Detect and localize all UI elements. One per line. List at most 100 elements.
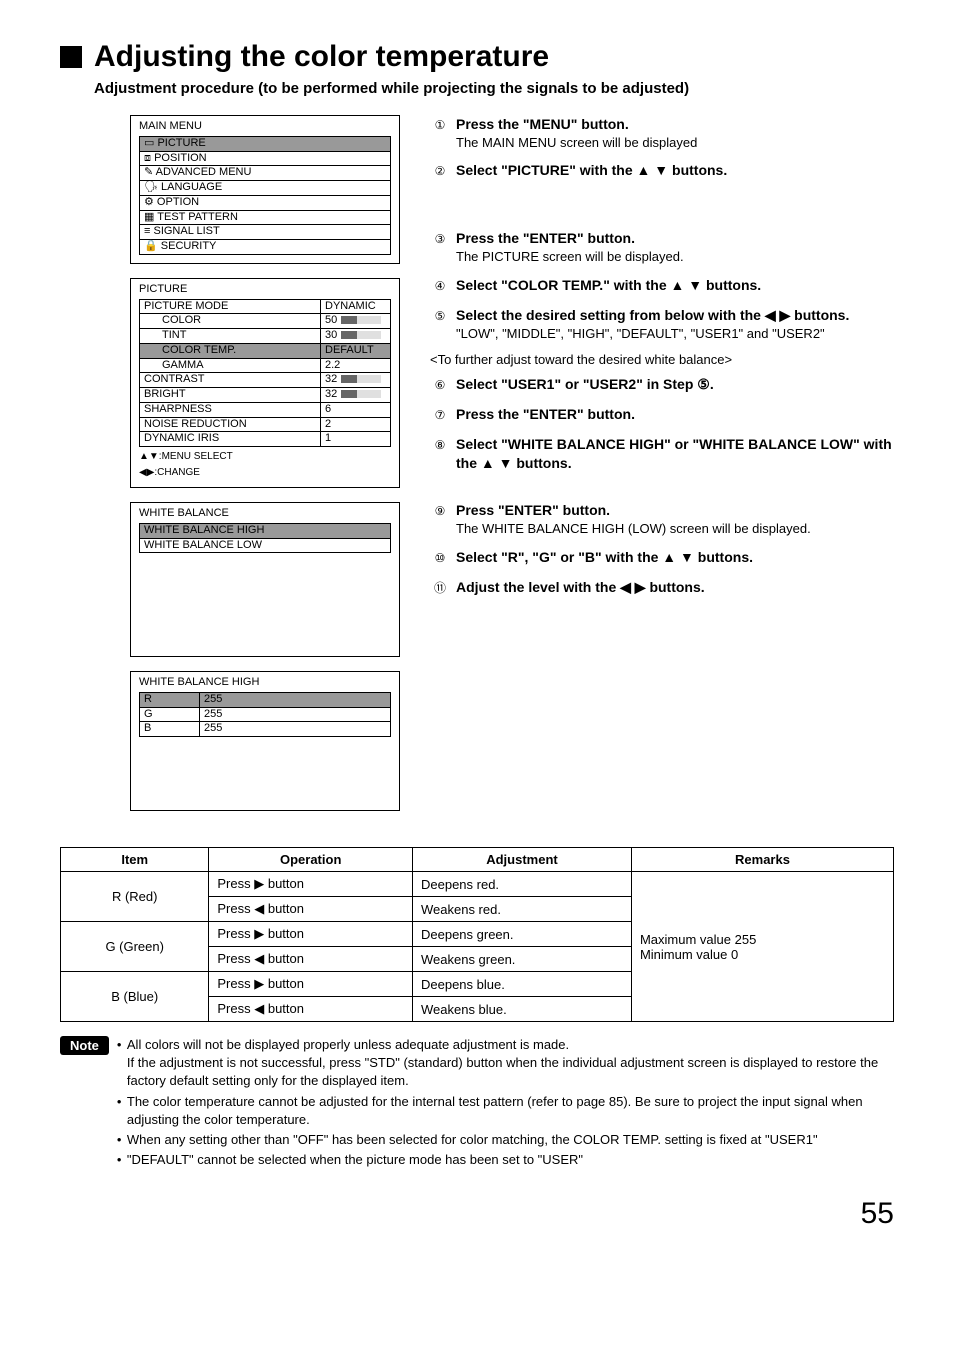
osd-hint-change: ◀▶:CHANGE <box>139 466 391 479</box>
step-number-11: ⑪ <box>430 578 450 598</box>
step-1-sub: The MAIN MENU screen will be displayed <box>456 134 894 152</box>
menu-label: TEST PATTERN <box>157 211 238 223</box>
mid-note: <To further adjust toward the desired wh… <box>430 352 894 367</box>
wbhigh-value: 255 <box>200 722 391 737</box>
osd-white-balance-high: WHITE BALANCE HIGH R255G255B255 <box>130 671 400 811</box>
note-item: •"DEFAULT" cannot be selected when the p… <box>117 1151 894 1169</box>
adj-remarks: Maximum value 255Minimum value 0 <box>631 872 893 1022</box>
main-menu-item: ▦ TEST PATTERN <box>140 210 391 225</box>
step-7-title: Press the "ENTER" button. <box>456 405 894 424</box>
adj-op: Press ▶ button <box>209 872 413 897</box>
main-menu-item: 🗣 LANGUAGE <box>140 181 391 196</box>
wbhigh-value: 255 <box>200 707 391 722</box>
main-menu-item: ≡ SIGNAL LIST <box>140 225 391 240</box>
osd-main-title: MAIN MENU <box>139 120 391 134</box>
menu-icon: ▭ <box>144 137 157 149</box>
step-9-title: Press "ENTER" button. <box>456 501 894 520</box>
menu-label: SIGNAL LIST <box>153 225 219 237</box>
picture-row-value: 1 <box>321 432 391 447</box>
adj-op: Press ▶ button <box>209 922 413 947</box>
osd-main-menu: MAIN MENU ▭ PICTURE⧈ POSITION✎ ADVANCED … <box>130 115 400 264</box>
picture-row-value: 50 <box>321 314 391 329</box>
step-2-title: Select "PICTURE" with the ▲ ▼ buttons. <box>456 161 894 180</box>
step-number-9: ⑨ <box>430 501 450 521</box>
menu-icon: 🗣 <box>144 181 161 193</box>
step-1-title: Press the "MENU" button. <box>456 115 894 134</box>
step-9-sub: The WHITE BALANCE HIGH (LOW) screen will… <box>456 520 894 538</box>
osd-wbhigh-title: WHITE BALANCE HIGH <box>139 676 391 690</box>
th-operation: Operation <box>209 848 413 872</box>
adj-adj: Deepens blue. <box>412 972 631 997</box>
value-bar <box>341 331 381 339</box>
menu-label: POSITION <box>154 152 207 164</box>
adj-op: Press ◀ button <box>209 947 413 972</box>
menu-icon: ⧈ <box>144 152 154 164</box>
note-item: •When any setting other than "OFF" has b… <box>117 1131 894 1149</box>
menu-icon: ▦ <box>144 211 157 223</box>
step-10-title: Select "R", "G" or "B" with the ▲ ▼ butt… <box>456 548 894 567</box>
note-block: Note •All colors will not be displayed p… <box>60 1036 894 1171</box>
adj-op: Press ◀ button <box>209 897 413 922</box>
menu-label: LANGUAGE <box>161 181 222 193</box>
picture-row-label: CONTRAST <box>140 373 321 388</box>
th-adjustment: Adjustment <box>412 848 631 872</box>
adj-adj: Deepens green. <box>412 922 631 947</box>
note-item: •The color temperature cannot be adjuste… <box>117 1093 894 1129</box>
picture-row-label: BRIGHT <box>140 388 321 403</box>
osd-wb-title: WHITE BALANCE <box>139 507 391 521</box>
wb-row: WHITE BALANCE LOW <box>140 538 391 553</box>
step-3-sub: The PICTURE screen will be displayed. <box>456 248 894 266</box>
picture-row-label: GAMMA <box>140 358 321 373</box>
adj-op: Press ◀ button <box>209 997 413 1022</box>
step-6-title: Select "USER1" or "USER2" in Step ⑤. <box>456 375 894 394</box>
picture-row-value: 30 <box>321 329 391 344</box>
value-bar <box>341 390 381 398</box>
adj-item: R (Red) <box>61 872 209 922</box>
value-bar <box>341 316 381 324</box>
picture-row-label: COLOR TEMP. <box>140 343 321 358</box>
adj-item: G (Green) <box>61 922 209 972</box>
step-number-2: ② <box>430 161 450 181</box>
wbhigh-label: B <box>140 722 200 737</box>
step-number-5: ⑤ <box>430 306 450 326</box>
picture-row-label: COLOR <box>140 314 321 329</box>
adj-adj: Weakens blue. <box>412 997 631 1022</box>
main-menu-item: ✎ ADVANCED MENU <box>140 166 391 181</box>
main-menu-item: ⧈ POSITION <box>140 151 391 166</box>
picture-row-value: 2 <box>321 417 391 432</box>
menu-icon: 🔒 <box>144 240 161 252</box>
adj-op: Press ▶ button <box>209 972 413 997</box>
picture-row-label: PICTURE MODE <box>140 299 321 314</box>
wb-row: WHITE BALANCE HIGH <box>140 523 391 538</box>
note-item: •All colors will not be displayed proper… <box>117 1036 894 1091</box>
page-title: Adjusting the color temperature <box>94 40 549 74</box>
picture-row-label: DYNAMIC IRIS <box>140 432 321 447</box>
picture-row-value: 32 <box>321 388 391 403</box>
page-number: 55 <box>60 1197 894 1231</box>
step-number-6: ⑥ <box>430 375 450 395</box>
adj-adj: Deepens red. <box>412 872 631 897</box>
osd-hint-select: ▲▼:MENU SELECT <box>139 450 391 463</box>
step-number-4: ④ <box>430 276 450 296</box>
step-5-sub: "LOW", "MIDDLE", "HIGH", "DEFAULT", "USE… <box>456 325 894 343</box>
menu-label: ADVANCED MENU <box>156 166 252 178</box>
picture-row-value: 32 <box>321 373 391 388</box>
page-subtitle: Adjustment procedure (to be performed wh… <box>94 80 894 97</box>
step-number-1: ① <box>430 115 450 135</box>
picture-row-value: DEFAULT <box>321 343 391 358</box>
header-square-icon <box>60 46 82 68</box>
osd-white-balance: WHITE BALANCE WHITE BALANCE HIGHWHITE BA… <box>130 502 400 657</box>
menu-icon: ⚙ <box>144 196 157 208</box>
main-menu-item: ⚙ OPTION <box>140 195 391 210</box>
picture-row-label: SHARPNESS <box>140 402 321 417</box>
picture-row-value: DYNAMIC <box>321 299 391 314</box>
wbhigh-value: 255 <box>200 692 391 707</box>
step-8-title: Select "WHITE BALANCE HIGH" or "WHITE BA… <box>456 435 894 473</box>
step-number-3: ③ <box>430 229 450 249</box>
picture-row-label: TINT <box>140 329 321 344</box>
step-11-title: Adjust the level with the ◀ ▶ buttons. <box>456 578 894 597</box>
adjustment-table: Item Operation Adjustment Remarks R (Red… <box>60 847 894 1022</box>
note-label: Note <box>60 1036 109 1055</box>
menu-icon: ✎ <box>144 166 156 178</box>
step-4-title: Select "COLOR TEMP." with the ▲ ▼ button… <box>456 276 894 295</box>
